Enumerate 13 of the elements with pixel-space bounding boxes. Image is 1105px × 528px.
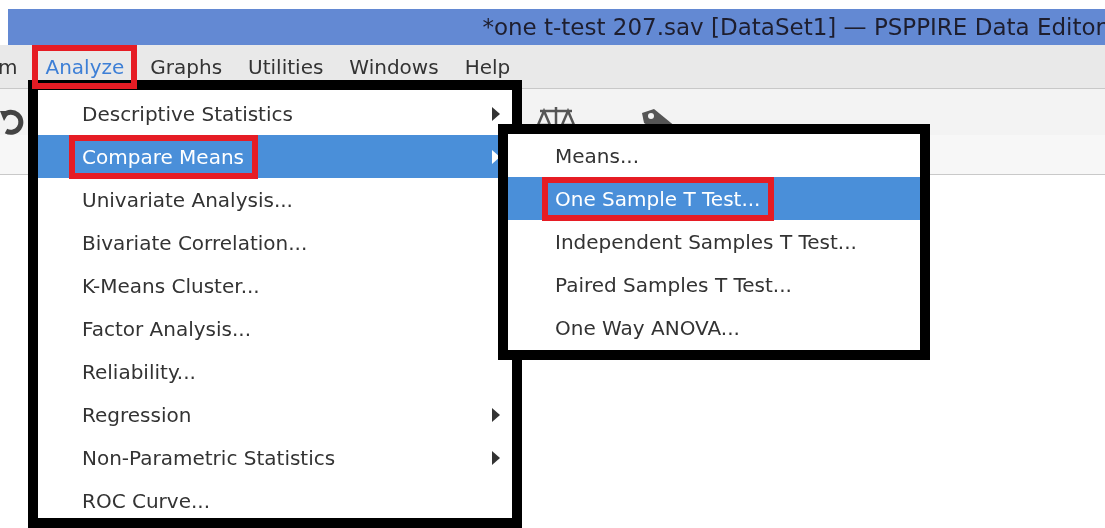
menu-item[interactable]: One Way ANOVA... — [508, 306, 920, 349]
window-title: *one t-test 207.sav [DataSet1] — PSPPIRE Data Editor — [482, 14, 1105, 40]
menu-item[interactable]: Regression — [38, 393, 512, 436]
menu-item[interactable]: Paired Samples T Test... — [508, 263, 920, 306]
menu-item[interactable]: Non-Parametric Statistics — [38, 436, 512, 479]
menu-item[interactable]: ROC Curve... — [38, 479, 512, 522]
menu-item[interactable]: Reliability... — [38, 350, 512, 393]
menu-bar-item[interactable]: m — [0, 44, 31, 89]
menu-item[interactable]: Independent Samples T Test... — [508, 220, 920, 263]
submenu-arrow-icon — [492, 407, 500, 422]
submenu-arrow-icon — [492, 106, 500, 121]
submenu-arrow-icon — [492, 450, 500, 465]
menu-item[interactable]: Descriptive Statistics — [38, 92, 512, 135]
